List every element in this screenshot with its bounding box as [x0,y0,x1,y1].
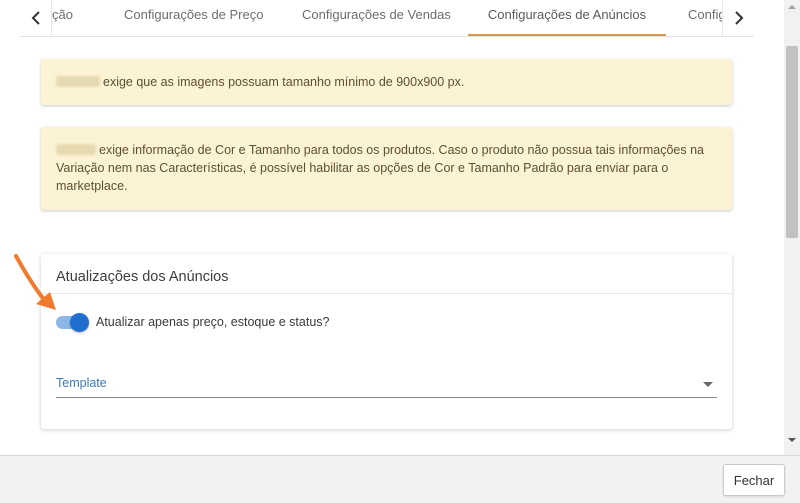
caret-down-icon [703,382,713,387]
scroll-up-icon [788,5,796,9]
tab-configuracoes-de-vendas[interactable]: Configurações de Vendas [302,0,451,36]
scroll-up-button[interactable] [784,0,800,14]
alert-image-size: exige que as imagens possuam tamanho mín… [41,59,732,105]
tab-scroll-left-button[interactable] [20,0,52,36]
chevron-right-icon [734,11,743,25]
alert-image-size-text: exige que as imagens possuam tamanho mín… [103,75,465,89]
vertical-scrollbar[interactable] [784,0,800,455]
marketplace-name-redacted [56,76,100,87]
scroll-down-button[interactable] [784,433,800,447]
card-divider [41,293,732,294]
arrow-pointer-icon [14,254,56,310]
scroll-down-icon [788,438,796,442]
toggle-label: Atualizar apenas preço, estoque e status… [96,315,330,329]
chevron-left-icon [31,11,40,25]
marketplace-name-redacted [56,144,96,155]
tab-configuracoes-de-preco[interactable]: Configurações de Preço [124,0,263,36]
tab-configuracoes-de-anuncios[interactable]: Configurações de Anúncios [468,0,666,36]
scroll-thumb[interactable] [786,46,798,238]
alert-color-size-text: exige informação de Cor e Tamanho para t… [56,143,704,193]
tab-partial-right[interactable]: Config [688,0,722,36]
tabs-strip: ção Configurações de Preço Configurações… [52,0,722,36]
close-button[interactable]: Fechar [723,464,785,496]
update-only-price-stock-toggle[interactable] [56,313,90,332]
ad-updates-card: Atualizações dos Anúncios Atualizar apen… [41,254,732,429]
template-select-label: Template [56,376,107,390]
toggle-knob [70,313,89,332]
tab-bar: ção Configurações de Preço Configurações… [20,0,754,37]
alert-color-size: exige informação de Cor e Tamanho para t… [41,127,732,210]
dialog-content: ção Configurações de Preço Configurações… [0,0,784,455]
tab-partial-left[interactable]: ção [52,0,82,36]
card-title: Atualizações dos Anúncios [56,269,229,285]
template-select[interactable]: Template [56,370,717,398]
dialog-footer: Fechar [0,455,800,503]
tab-scroll-right-button[interactable] [722,0,754,36]
